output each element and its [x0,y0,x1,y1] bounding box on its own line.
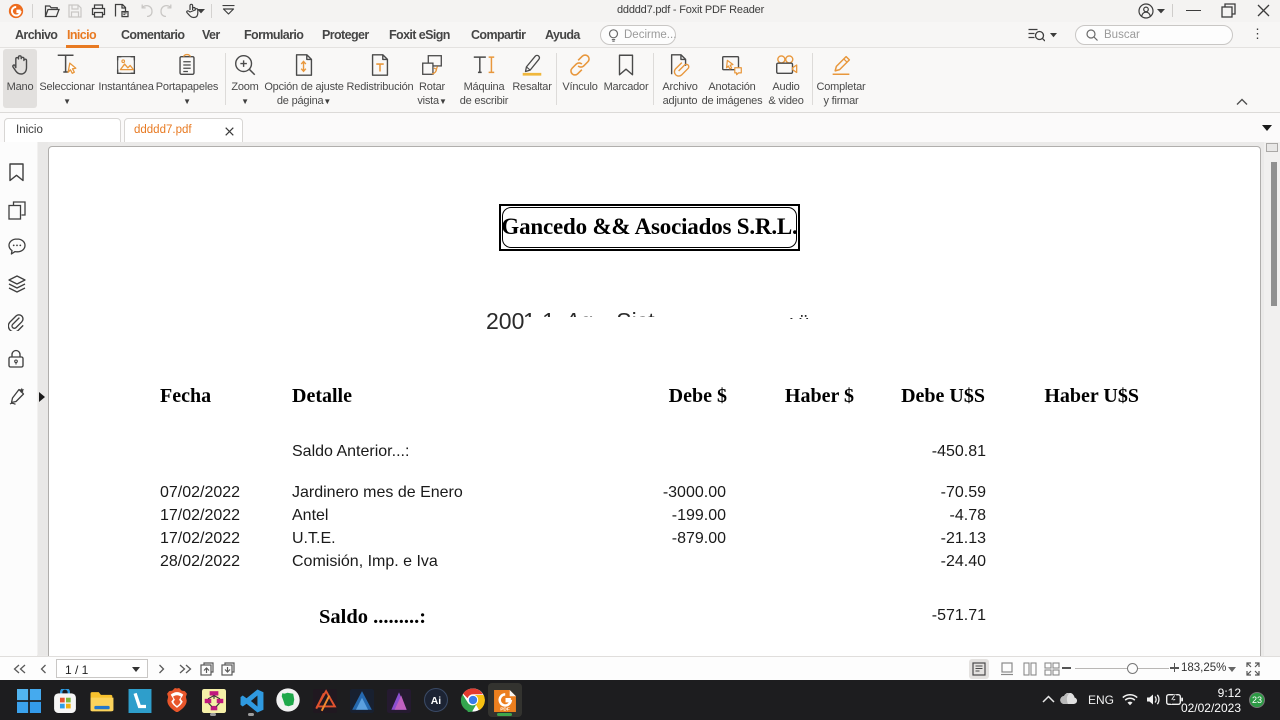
svg-text:PDF: PDF [500,706,510,712]
svg-text:Ai: Ai [431,696,442,707]
